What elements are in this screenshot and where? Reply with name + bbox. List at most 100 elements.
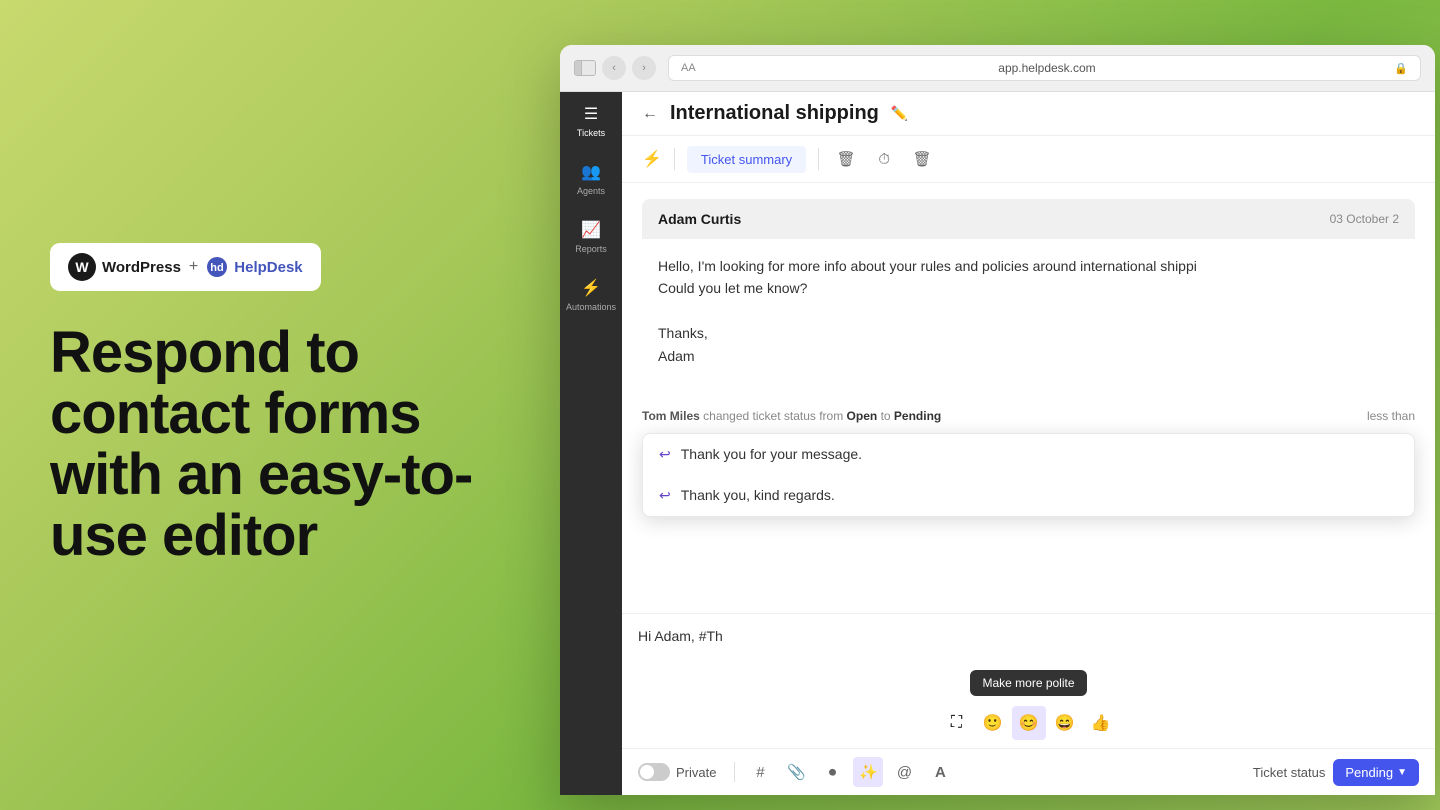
reply-icon-1: ↩ <box>659 446 671 463</box>
forward-nav-btn[interactable]: › <box>632 56 656 80</box>
ticket-toolbar: ⚡ Ticket summary 🗑 ⏱ 🗑 <box>622 136 1435 183</box>
wordpress-icon: W <box>68 253 96 281</box>
headline-line1: Respond to <box>50 323 500 384</box>
expand-btn[interactable]: ⛶ <box>940 706 974 740</box>
ticket-header: ← International shipping ✏️ <box>622 92 1435 136</box>
address-text: app.helpdesk.com <box>998 61 1095 75</box>
edit-icon[interactable]: ✏️ <box>891 105 908 122</box>
browser-chrome: ‹ › AA app.helpdesk.com 🔒 <box>560 45 1435 92</box>
tickets-icon: ☰ <box>584 104 598 124</box>
compose-text[interactable]: Hi Adam, #Th <box>622 614 1435 664</box>
compose-toolbar: Private # 📎 ⏺ ✨ @ A Ticket status Pendin… <box>622 748 1435 795</box>
record-btn[interactable]: ⏺ <box>817 757 847 787</box>
private-label: Private <box>676 765 716 780</box>
sidebar-item-agents[interactable]: 👥 Agents <box>560 150 622 208</box>
message-line2: Could you let me know? <box>658 277 1399 299</box>
sidebar-label-agents: Agents <box>577 186 605 196</box>
wordpress-label: WordPress <box>102 259 181 276</box>
status-to-word: to <box>881 409 894 423</box>
format-btn[interactable]: A <box>925 757 955 787</box>
helpdesk-icon: hd <box>206 256 228 278</box>
compose-divider-1 <box>734 762 735 782</box>
sidebar-item-automations[interactable]: ⚡ Automations <box>560 266 622 324</box>
ticket-title: International shipping <box>670 102 879 125</box>
sidebar-toggle-btn[interactable] <box>574 60 596 76</box>
toggle-switch[interactable] <box>638 763 670 781</box>
back-nav-btn[interactable]: ‹ <box>602 56 626 80</box>
toolbar-delete-btn[interactable]: 🗑 <box>907 144 937 174</box>
status-change-text: Tom Miles changed ticket status from Ope… <box>642 409 941 423</box>
status-action: changed ticket status from <box>703 409 846 423</box>
toolbar-clock-btn[interactable]: ⏱ <box>869 144 899 174</box>
message-thanks: Thanks, <box>658 322 1399 344</box>
private-toggle: Private <box>638 763 716 781</box>
sidebar-toggle-left <box>575 61 582 75</box>
status-change: Tom Miles changed ticket status from Ope… <box>642 399 1415 433</box>
autocomplete-text-2: Thank you, kind regards. <box>681 487 835 503</box>
lightning-icon: ⚡ <box>642 149 662 169</box>
emoji-btn-3[interactable]: 😄 <box>1048 706 1082 740</box>
chevron-down-icon: ▼ <box>1397 767 1407 778</box>
ticket-status-label: Ticket status <box>1253 765 1325 780</box>
status-time: less than <box>1367 409 1415 423</box>
back-button[interactable]: ← <box>642 105 658 123</box>
lock-icon: 🔒 <box>1394 62 1408 75</box>
helpdesk-label: HelpDesk <box>234 259 302 276</box>
mention-btn[interactable]: @ <box>889 757 919 787</box>
message-header: Adam Curtis 03 October 2 <box>642 199 1415 239</box>
wordpress-logo: W WordPress <box>68 253 181 281</box>
address-bar[interactable]: AA app.helpdesk.com 🔒 <box>668 55 1421 81</box>
status-dropdown[interactable]: Pending ▼ <box>1333 759 1419 786</box>
tooltip-bubble: Make more polite <box>970 670 1086 696</box>
helpdesk-logo: hd HelpDesk <box>206 256 302 278</box>
browser-wrapper: ‹ › AA app.helpdesk.com 🔒 ☰ Tickets 👥 Ag… <box>560 15 1440 795</box>
autocomplete-text-1: Thank you for your message. <box>681 446 862 462</box>
message-card: Adam Curtis 03 October 2 Hello, I'm look… <box>642 199 1415 383</box>
autocomplete-item-2[interactable]: ↩ Thank you, kind regards. <box>643 475 1414 516</box>
emoji-btn-1[interactable]: 🙂 <box>976 706 1010 740</box>
main-content: ← International shipping ✏️ ⚡ Ticket sum… <box>622 92 1435 795</box>
hashtag-btn[interactable]: # <box>745 757 775 787</box>
headline: Respond to contact forms with an easy-to… <box>50 323 500 567</box>
ticket-summary-tab[interactable]: Ticket summary <box>687 146 806 173</box>
headline-line2: contact forms <box>50 384 500 445</box>
sender-name: Adam Curtis <box>658 211 741 227</box>
automations-icon: ⚡ <box>581 278 601 298</box>
app-layout: ☰ Tickets 👥 Agents 📈 Reports ⚡ Automatio… <box>560 92 1435 795</box>
message-body: Hello, I'm looking for more info about y… <box>642 239 1415 383</box>
attachment-btn[interactable]: 📎 <box>781 757 811 787</box>
status-bar: Ticket status Pending ▼ <box>1253 759 1419 786</box>
autocomplete-item-1[interactable]: ↩ Thank you for your message. <box>643 434 1414 475</box>
sidebar: ☰ Tickets 👥 Agents 📈 Reports ⚡ Automatio… <box>560 92 622 795</box>
logo-bar: W WordPress + hd HelpDesk <box>50 243 321 291</box>
browser-aa-label: AA <box>681 62 696 74</box>
sidebar-label-tickets: Tickets <box>577 128 605 138</box>
browser-window: ‹ › AA app.helpdesk.com 🔒 ☰ Tickets 👥 Ag… <box>560 45 1435 795</box>
toolbar-trash-btn[interactable]: 🗑 <box>831 144 861 174</box>
thumbsup-btn[interactable]: 👍 <box>1084 706 1118 740</box>
headline-line4: use editor <box>50 506 500 567</box>
sidebar-label-reports: Reports <box>575 244 607 254</box>
ai-edit-btn[interactable]: ✨ <box>853 757 883 787</box>
plus-separator: + <box>189 258 198 276</box>
reply-icon-2: ↩ <box>659 487 671 504</box>
agents-icon: 👥 <box>581 162 601 182</box>
status-value: Pending <box>1345 765 1393 780</box>
status-from: Open <box>847 409 878 423</box>
compose-area: Hi Adam, #Th Make more polite ⛶ 🙂 😊 😄 👍 <box>622 613 1435 795</box>
headline-line3: with an easy-to- <box>50 445 500 506</box>
sidebar-item-tickets[interactable]: ☰ Tickets <box>560 92 622 150</box>
message-sig: Adam <box>658 345 1399 367</box>
tooltip-container: Make more polite <box>622 664 1435 702</box>
autocomplete-dropdown: ↩ Thank you for your message. ↩ Thank yo… <box>642 433 1415 517</box>
sidebar-label-automations: Automations <box>566 302 616 312</box>
message-date: 03 October 2 <box>1330 212 1399 226</box>
message-line1: Hello, I'm looking for more info about y… <box>658 255 1399 277</box>
reports-icon: 📈 <box>581 220 601 240</box>
toolbar-divider-2 <box>818 148 819 170</box>
emoji-btn-2[interactable]: 😊 <box>1012 706 1046 740</box>
browser-controls: ‹ › <box>574 56 656 80</box>
sidebar-item-reports[interactable]: 📈 Reports <box>560 208 622 266</box>
ticket-body: Adam Curtis 03 October 2 Hello, I'm look… <box>622 183 1435 613</box>
left-panel: W WordPress + hd HelpDesk Respond to con… <box>0 183 560 627</box>
